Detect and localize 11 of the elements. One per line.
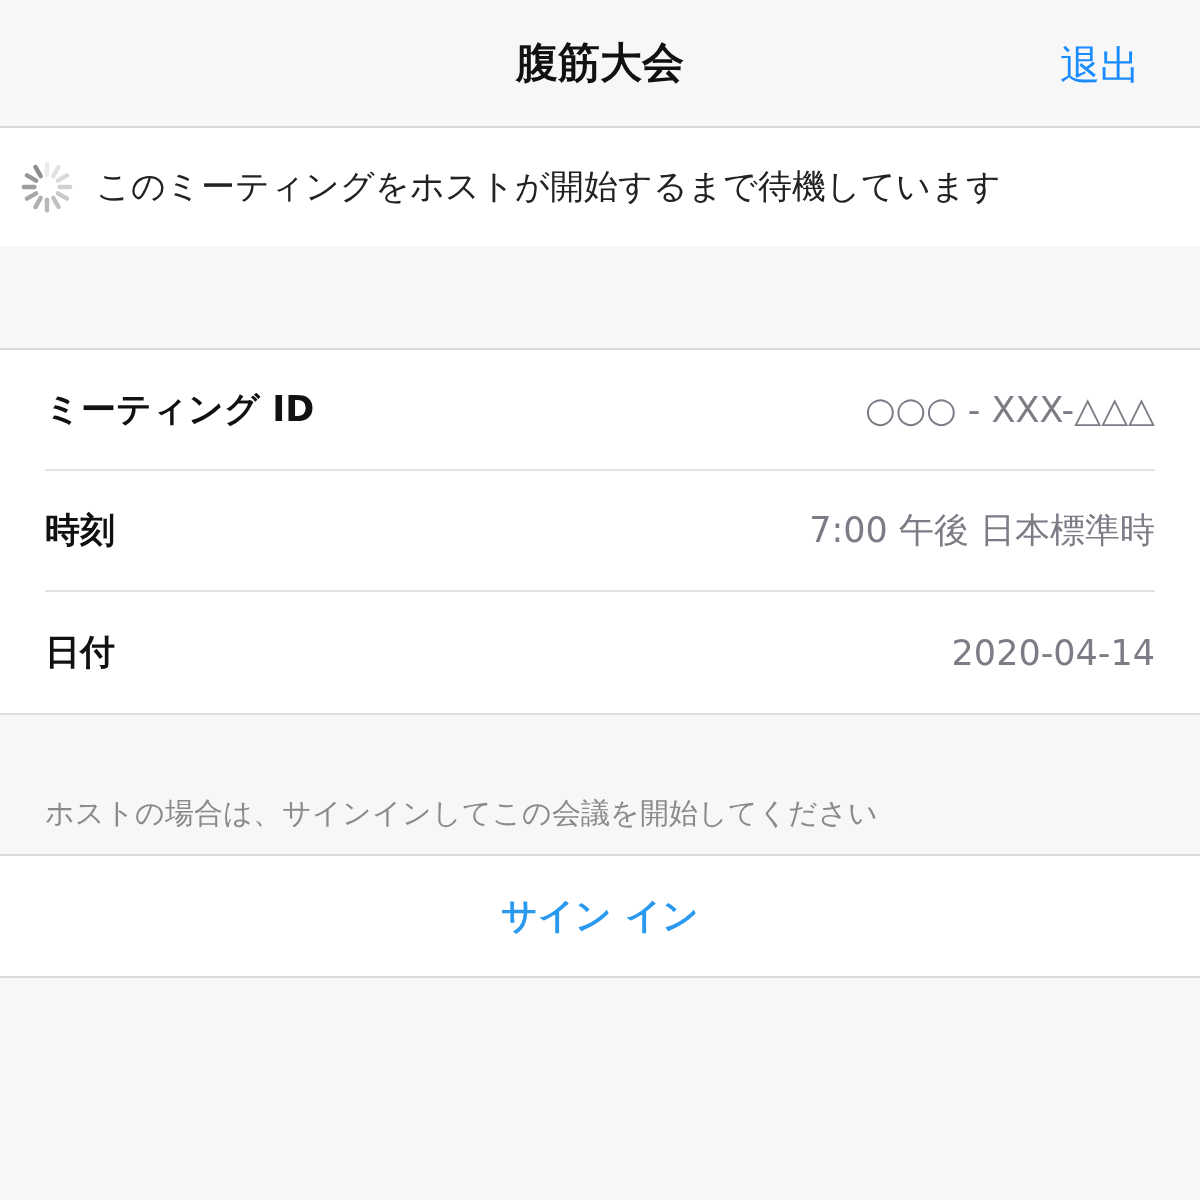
host-note: ホストの場合は、サインインしてこの会議を開始してください xyxy=(45,795,878,832)
detail-label: ミーティング ID xyxy=(45,388,315,431)
detail-value: 7:00 午後 日本標準時 xyxy=(809,509,1155,552)
detail-value: ○○○ - XXX-△△△ xyxy=(864,389,1155,430)
sign-in-button[interactable]: サイン イン xyxy=(501,891,699,941)
exit-button[interactable]: 退出 xyxy=(1060,38,1140,93)
screen-title: 腹筋大会 xyxy=(516,37,684,89)
detail-label: 時刻 xyxy=(45,509,115,552)
detail-value: 2020-04-14 xyxy=(951,632,1155,673)
detail-label: 日付 xyxy=(45,631,115,674)
waiting-message: このミーティングをホストが開始するまで待機しています xyxy=(96,165,1001,208)
